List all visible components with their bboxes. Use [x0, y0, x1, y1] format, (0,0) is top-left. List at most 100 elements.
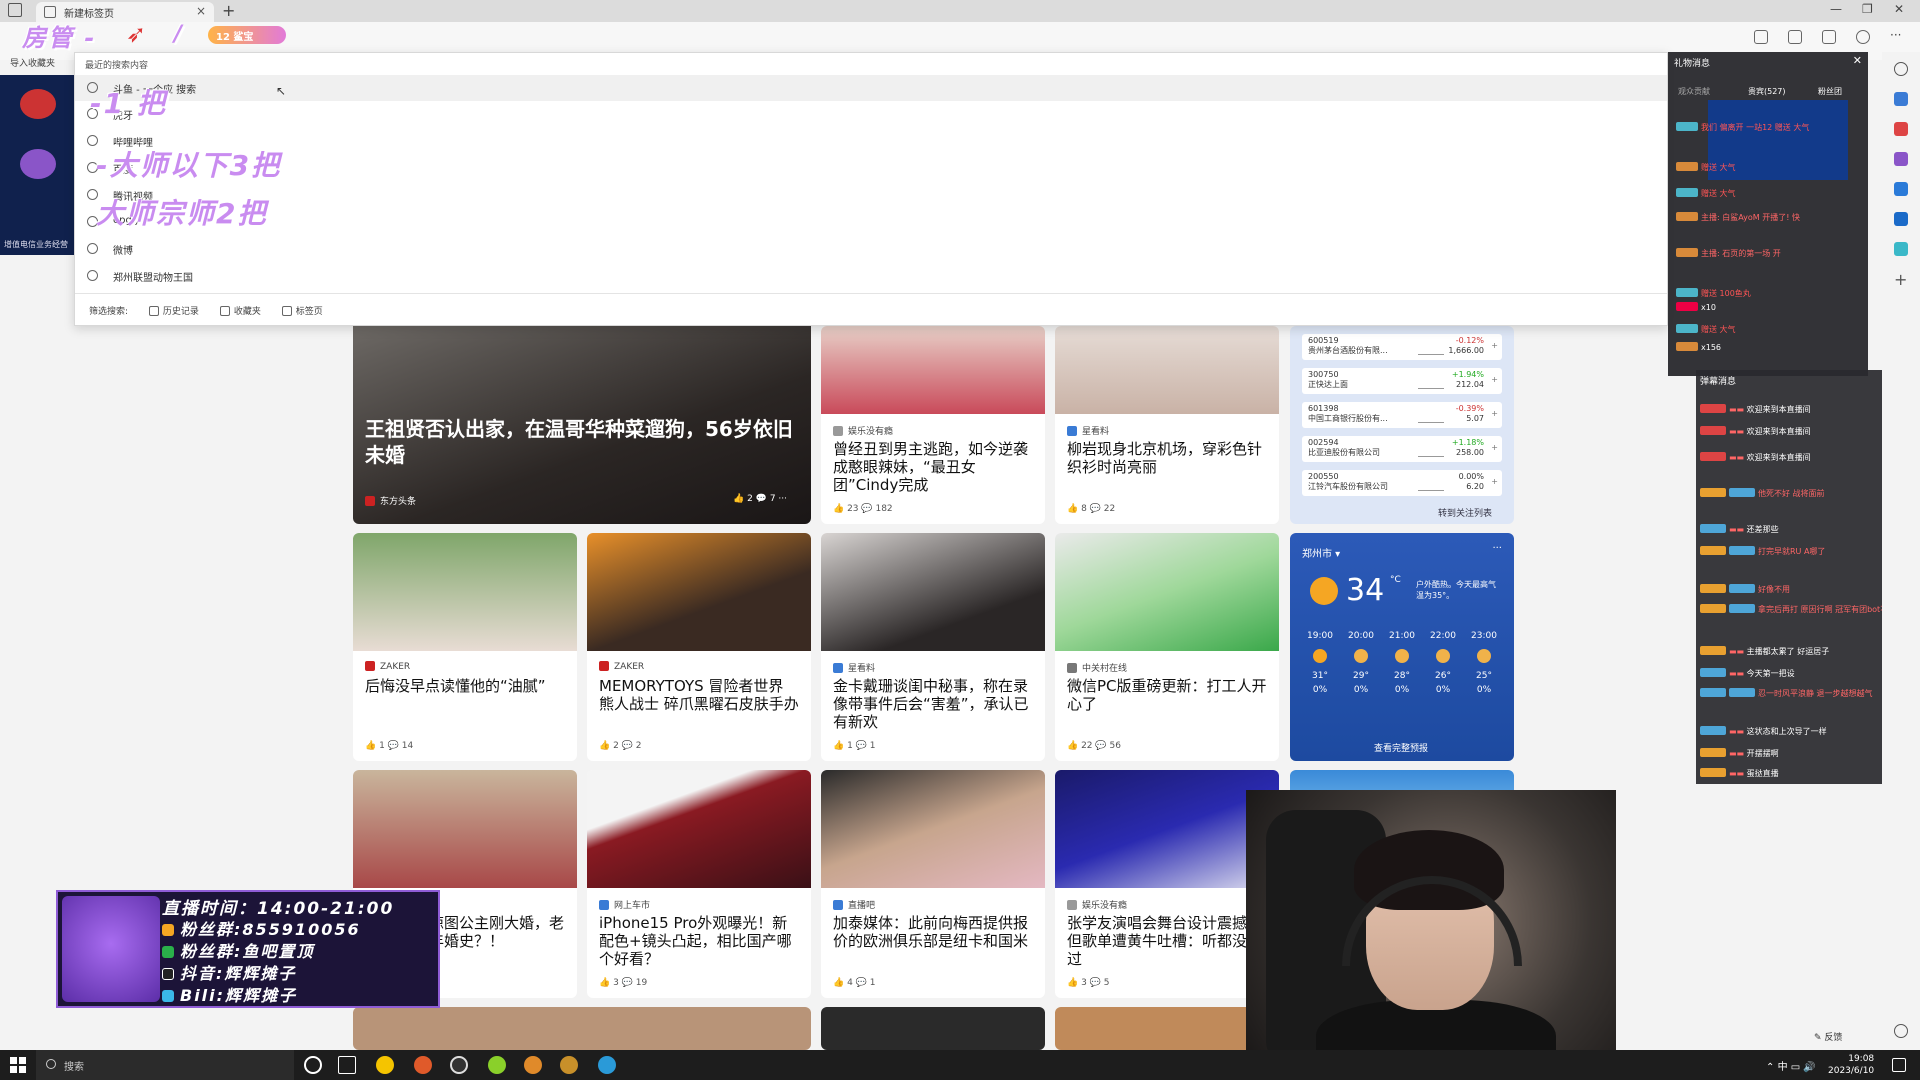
app-icon[interactable] [376, 1056, 394, 1074]
card-reactions[interactable]: 👍 3 💬 5 [1067, 978, 1109, 988]
card-title[interactable]: 后悔没早点读懂他的“油腻” [365, 677, 565, 695]
settings-gear-icon[interactable] [1894, 1024, 1908, 1038]
collections-icon[interactable] [1788, 30, 1802, 44]
recent-search-item[interactable]: 腾讯视频 [75, 182, 1667, 208]
stock-row[interactable]: 601398 中国工商银行股份有... -0.39% 5.07 + [1302, 402, 1502, 428]
news-card[interactable]: 直播吧 加泰媒体：此前向梅西提供报价的欧洲俱乐部是纽卡和国米 👍 4 💬 1 [821, 770, 1045, 998]
card-title[interactable]: 曾经丑到男主逃跑，如今逆袭成憨眼辣妹，“最丑女团”Cindy完成 [833, 440, 1033, 494]
stock-row[interactable]: 300750 正快达上面 +1.94% 212.04 + [1302, 368, 1502, 394]
feedback-button[interactable]: ✎ 反馈 [1814, 1030, 1842, 1043]
add-stock-icon[interactable]: + [1491, 477, 1498, 486]
hero-title[interactable]: 王祖贤否认出家，在温哥华种菜遛狗，56岁依旧未婚 [365, 416, 799, 468]
news-card[interactable]: 星看料 金卡戴珊谈闺中秘事，称在录像带事件后会“害羞”，承认已有新欢 👍 1 💬… [821, 533, 1045, 761]
add-stock-icon[interactable]: + [1491, 409, 1498, 418]
card-title[interactable]: 微信PC版重磅更新：打工人开心了 [1067, 677, 1267, 713]
taskbar-clock[interactable]: 19:08 2023/6/10 [1828, 1053, 1874, 1077]
windows-start-icon[interactable] [10, 1057, 26, 1073]
profile-avatar-icon[interactable] [1856, 30, 1870, 44]
card-title[interactable]: 张学友演唱会舞台设计震撼，但歌单遭黄牛吐槽：听都没听过 [1067, 914, 1267, 968]
gift-panel-close-icon[interactable]: ✕ [1853, 54, 1862, 67]
full-forecast-link[interactable]: 查看完整预报 [1374, 741, 1428, 754]
card-reactions[interactable]: 👍 1 💬 1 [833, 741, 875, 751]
hero-reactions[interactable]: 👍 2 💬 7 ··· [733, 494, 787, 504]
notification-icon[interactable] [1892, 1058, 1906, 1072]
outlook-icon[interactable] [1894, 212, 1908, 226]
app-icon[interactable] [488, 1056, 506, 1074]
weather-widget[interactable]: 郑州市 ▾ ··· 34 °C 户外酷热。今天最高气温为35°。 19:00 31… [1290, 533, 1514, 761]
stock-row[interactable]: 600519 贵州茅台酒股份有限... -0.12% 1,666.00 + [1302, 334, 1502, 360]
hero-news-card[interactable]: 王祖贤否认出家，在温哥华种菜遛狗，56岁依旧未婚 东方头条 👍 2 💬 7 ··… [353, 320, 811, 524]
office-icon[interactable] [1894, 182, 1908, 196]
recent-search-item[interactable]: 哔哩哔哩 [75, 128, 1667, 154]
obs-icon[interactable] [450, 1056, 468, 1074]
tools-icon[interactable] [1894, 122, 1908, 136]
weather-more-icon[interactable]: ··· [1492, 543, 1502, 554]
card-title[interactable]: MEMORYTOYS 冒险者世界 熊人战士 碎爪黑曜石皮肤手办 [599, 677, 799, 713]
news-card[interactable]: ZAKER MEMORYTOYS 冒险者世界 熊人战士 碎爪黑曜石皮肤手办 👍 … [587, 533, 811, 761]
taskbar-search[interactable]: 搜索 [36, 1050, 294, 1080]
gift-messages-panel[interactable]: 礼物消息 ✕ 观众贡献 贵宾(527) 粉丝团 我们 偏离开 一站12 赠送 大… [1668, 52, 1868, 376]
recent-search-item[interactable]: opgg [75, 209, 1667, 235]
news-card[interactable]: 网上车市 iPhone15 Pro外观曝光！新配色+镜头凸起，相比国产哪个好看？… [587, 770, 811, 998]
extensions-icon[interactable] [1822, 30, 1836, 44]
system-tray[interactable]: ⌃ 中 ▭ 🔊 [1766, 1058, 1816, 1073]
card-reactions[interactable]: 👍 22 💬 56 [1067, 741, 1121, 751]
filter-favorites-button[interactable]: 收藏夹 [219, 304, 261, 317]
add-stock-icon[interactable]: + [1491, 375, 1498, 384]
league-icon[interactable] [560, 1056, 578, 1074]
news-card-partial[interactable] [821, 1007, 1045, 1050]
maximize-button[interactable]: ❐ [1862, 2, 1873, 16]
search-icon[interactable] [1894, 62, 1908, 76]
tag-icon[interactable] [1894, 92, 1908, 106]
import-favorites-link[interactable]: 导入收藏夹 [0, 52, 80, 76]
card-reactions[interactable]: 👍 2 💬 2 [599, 741, 641, 751]
minimize-button[interactable]: — [1830, 2, 1842, 16]
recent-search-item[interactable]: 虎牙 [75, 101, 1667, 127]
card-reactions[interactable]: 👍 4 💬 1 [833, 978, 875, 988]
news-card-partial[interactable] [353, 1007, 811, 1050]
card-reactions[interactable]: 👍 3 💬 19 [599, 978, 647, 988]
people-icon[interactable] [1894, 152, 1908, 166]
gift-tab[interactable]: 贵宾(527) [1748, 86, 1786, 97]
card-title[interactable]: iPhone15 Pro外观曝光！新配色+镜头凸起，相比国产哪个好看？ [599, 914, 799, 968]
news-card[interactable]: ZAKER 后悔没早点读懂他的“油腻” 👍 1 💬 14 [353, 533, 577, 761]
filter-history-button[interactable]: 历史记录 [148, 304, 199, 317]
task-view-icon[interactable] [338, 1056, 356, 1074]
news-card[interactable]: 星看料 柳岩现身北京机场，穿彩色针织衫时尚亮丽 👍 8 💬 22 [1055, 326, 1279, 524]
card-reactions[interactable]: 👍 1 💬 14 [365, 741, 413, 751]
filter-tabs-button[interactable]: 标签页 [281, 304, 323, 317]
recent-search-item[interactable]: 斗鱼 - 一个应 搜索 [75, 75, 1667, 101]
news-card[interactable]: 中关村在线 微信PC版重磅更新：打工人开心了 👍 22 💬 56 [1055, 533, 1279, 761]
card-title[interactable]: 琼图公主刚大婚，老年婚史？！ [429, 914, 565, 950]
recent-search-item[interactable]: 郑州联盟动物王国 [75, 263, 1667, 289]
recent-search-item[interactable]: 微博 [75, 236, 1667, 262]
stocks-watchlist-link[interactable]: 转到关注列表 [1438, 506, 1492, 519]
card-title[interactable]: 加泰媒体：此前向梅西提供报价的欧洲俱乐部是纽卡和国米 [833, 914, 1033, 950]
favorites-star-icon[interactable] [1754, 30, 1768, 44]
add-icon[interactable]: + [1894, 270, 1908, 289]
recent-search-item[interactable]: 百度 [75, 155, 1667, 181]
window-menu-icon[interactable] [8, 3, 22, 17]
new-tab-button[interactable]: + [222, 1, 235, 20]
stock-row[interactable]: 002594 比亚迪股份有限公司 +1.18% 258.00 + [1302, 436, 1502, 462]
add-stock-icon[interactable]: + [1491, 341, 1498, 350]
gift-tab[interactable]: 观众贡献 [1678, 86, 1710, 97]
edge-browser-icon[interactable] [598, 1056, 616, 1074]
add-stock-icon[interactable]: + [1491, 443, 1498, 452]
close-window-button[interactable]: ✕ [1894, 2, 1904, 16]
weather-city[interactable]: 郑州市 ▾ [1302, 545, 1340, 560]
search-suggestions-dropdown[interactable]: 最近的搜索内容 斗鱼 - 一个应 搜索 虎牙 哔哩哔哩 百度 腾讯视频 opgg… [74, 52, 1668, 326]
card-title[interactable]: 柳岩现身北京机场，穿彩色针织衫时尚亮丽 [1067, 440, 1267, 476]
card-title[interactable]: 金卡戴珊谈闺中秘事，称在录像带事件后会“害羞”，承认已有新欢 [833, 677, 1033, 731]
send-icon[interactable] [1894, 242, 1908, 256]
card-reactions[interactable]: 👍 23 💬 182 [833, 504, 893, 514]
stock-row[interactable]: 200550 江铃汽车股份有限公司 0.00% 6.20 + [1302, 470, 1502, 496]
app-icon[interactable] [414, 1056, 432, 1074]
card-reactions[interactable]: 👍 8 💬 22 [1067, 504, 1115, 514]
app-icon[interactable] [524, 1056, 542, 1074]
gift-tab[interactable]: 粉丝团 [1818, 86, 1842, 97]
news-card[interactable]: 娱乐没有瘾 曾经丑到男主逃跑，如今逆袭成憨眼辣妹，“最丑女团”Cindy完成 👍… [821, 326, 1045, 524]
more-menu-icon[interactable]: ··· [1890, 28, 1901, 42]
tab-close-icon[interactable]: × [196, 4, 206, 18]
cortana-icon[interactable] [304, 1056, 322, 1074]
